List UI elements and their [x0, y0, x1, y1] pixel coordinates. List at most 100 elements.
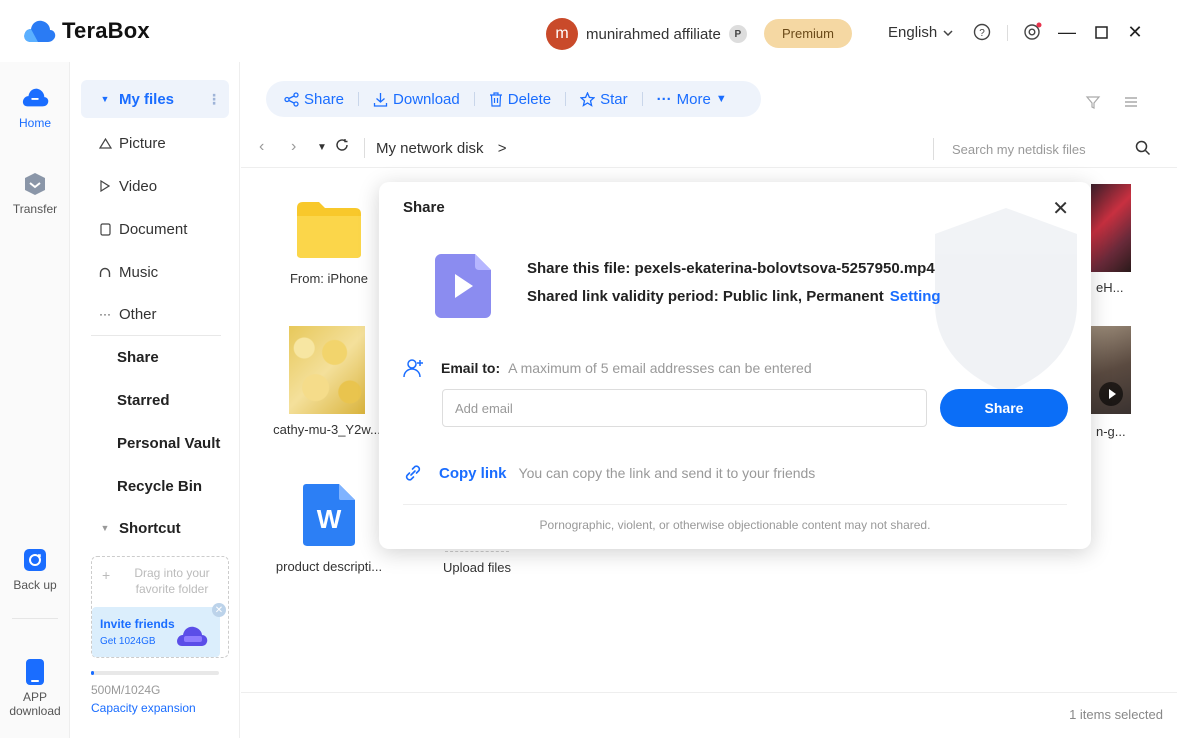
close-banner-icon[interactable]: ✕ [212, 603, 226, 617]
rail-app-label-1: APP [22, 690, 47, 704]
capacity-expansion-link[interactable]: Capacity expansion [91, 701, 196, 715]
invite-friends-banner[interactable]: Invite friends Get 1024GB ✕ [92, 603, 226, 657]
forward-arrow-icon[interactable]: › [291, 138, 296, 156]
add-user-icon [403, 359, 423, 378]
delete-label: Delete [507, 90, 552, 108]
user-account[interactable]: m munirahmed affiliate P [546, 18, 747, 50]
titlebar-divider [1007, 25, 1008, 41]
word-document-icon: W [303, 484, 355, 546]
avatar[interactable]: m [546, 18, 578, 50]
video-thumbnail[interactable] [1091, 326, 1131, 414]
help-icon[interactable]: ? [972, 22, 992, 42]
rail-app-download[interactable]: APP download [0, 658, 70, 718]
svg-text:W: W [317, 504, 342, 534]
folder-icon [297, 202, 361, 258]
rail-transfer[interactable]: Transfer [0, 170, 70, 216]
sidebar-video-label: Video [119, 177, 158, 195]
maximize-icon[interactable] [1091, 22, 1111, 42]
close-dialog-icon[interactable]: ✕ [1052, 196, 1069, 221]
star-label: Star [600, 90, 628, 108]
sidebar-item-share[interactable]: Share [81, 338, 229, 376]
email-label: Email to: [441, 360, 501, 376]
trash-icon [489, 91, 502, 107]
refresh-icon[interactable] [335, 138, 349, 157]
premium-button[interactable]: Premium [764, 19, 852, 48]
capacity-progress [91, 671, 219, 675]
caret-down-icon: ▼ [100, 94, 110, 104]
drag-hint: Drag into your favorite folder [134, 566, 210, 596]
breadcrumb-root[interactable]: My network disk [376, 140, 484, 157]
language-selector[interactable]: English [888, 24, 953, 41]
sidebar-item-music[interactable]: Music [81, 253, 229, 291]
image-thumbnail [289, 326, 365, 414]
dialog-disclaimer: Pornographic, violent, or otherwise obje… [539, 518, 931, 532]
sidebar-item-other[interactable]: ··· Other [81, 295, 229, 333]
play-overlay-icon [1099, 382, 1123, 406]
delete-button[interactable]: Delete [489, 91, 551, 108]
sidebar-item-shortcut[interactable]: ▼ Shortcut [81, 509, 229, 547]
sidebar-item-starred[interactable]: Starred [81, 381, 229, 419]
rail-backup[interactable]: Back up [0, 546, 70, 592]
back-arrow-icon[interactable]: ‹ [259, 138, 264, 156]
sidebar-item-my-files[interactable]: ▼ My files ⋮ [81, 80, 229, 118]
rail-divider [12, 618, 58, 619]
minimize-icon[interactable]: — [1057, 22, 1077, 42]
sidebar-item-video[interactable]: Video [81, 167, 229, 205]
toolbar-divider [473, 92, 475, 106]
sidebar-shortcut-label: Shortcut [119, 519, 181, 537]
navigation-bar: ‹ › ▼ My network disk > Search my netdis… [241, 128, 1177, 168]
copy-link-row: Copy link You can copy the link and send… [403, 463, 815, 483]
sidebar-item-personal-vault[interactable]: Personal Vault [81, 424, 229, 462]
caret-down-icon: ▼ [715, 93, 727, 105]
list-view-icon[interactable] [1123, 94, 1139, 110]
copy-link-button[interactable]: Copy link [439, 465, 507, 482]
download-button[interactable]: Download [373, 91, 460, 108]
sidebar-document-label: Document [119, 220, 188, 238]
shortcut-drop-zone[interactable]: + Drag into your favorite folder Invite … [91, 556, 229, 658]
email-row: Email to: A maximum of 5 email addresses… [403, 358, 812, 378]
setting-link[interactable]: Setting [890, 288, 941, 305]
file-name: n-g... [1096, 424, 1126, 439]
share-toolbar-button[interactable]: Share [284, 91, 344, 108]
nav-divider [364, 138, 365, 158]
email-placeholder: Add email [455, 400, 513, 416]
file-name: cathy-mu-3_Y2w... [273, 422, 381, 437]
toolbar-divider [641, 92, 643, 106]
rail-home[interactable]: Home [0, 84, 70, 130]
sidebar-item-document[interactable]: Document [81, 210, 229, 248]
more-button[interactable]: ··· More ▼ [657, 91, 727, 108]
sidebar-item-recycle-bin[interactable]: Recycle Bin [81, 467, 229, 505]
file-item[interactable]: cathy-mu-3_Y2w... [267, 326, 387, 437]
username[interactable]: munirahmed affiliate [586, 26, 721, 43]
invite-title: Invite friends [100, 617, 175, 631]
share-button[interactable]: Share [940, 389, 1068, 427]
upload-label: Upload files [443, 560, 511, 575]
video-file-icon [435, 254, 491, 318]
settings-icon[interactable] [1022, 22, 1042, 42]
file-item[interactable]: W product descripti... [269, 482, 389, 574]
sort-icon[interactable] [1085, 94, 1101, 110]
selection-status: 1 items selected [1069, 707, 1163, 722]
left-rail: Home Transfer Back up APP download [0, 62, 70, 738]
shield-upload-watermark-icon [935, 208, 1077, 392]
star-button[interactable]: Star [580, 91, 628, 108]
close-window-icon[interactable]: ✕ [1125, 22, 1145, 42]
rail-backup-label: Back up [13, 578, 57, 592]
file-item[interactable]: From: iPhone [269, 198, 389, 286]
share-toolbar-label: Share [304, 90, 345, 108]
search-input[interactable]: Search my netdisk files [933, 138, 1163, 160]
search-icon[interactable] [1135, 140, 1151, 156]
share-file-name: Share this file: pexels-ekaterina-bolovt… [527, 260, 935, 277]
toolbar-divider [358, 92, 360, 106]
email-input[interactable]: Add email [442, 389, 927, 427]
image-thumbnail[interactable] [1091, 184, 1131, 272]
breadcrumb[interactable]: My network disk > [376, 140, 506, 157]
dialog-title: Share [403, 199, 445, 216]
sidebar-item-picture[interactable]: Picture [81, 124, 229, 162]
terabox-logo[interactable]: TeraBox [22, 18, 150, 44]
more-vertical-icon[interactable]: ⋮ [207, 91, 221, 108]
gift-cloud-icon [177, 626, 208, 646]
download-label: Download [393, 90, 460, 108]
caret-down-icon[interactable]: ▼ [317, 142, 327, 153]
rail-home-label: Home [18, 116, 51, 130]
